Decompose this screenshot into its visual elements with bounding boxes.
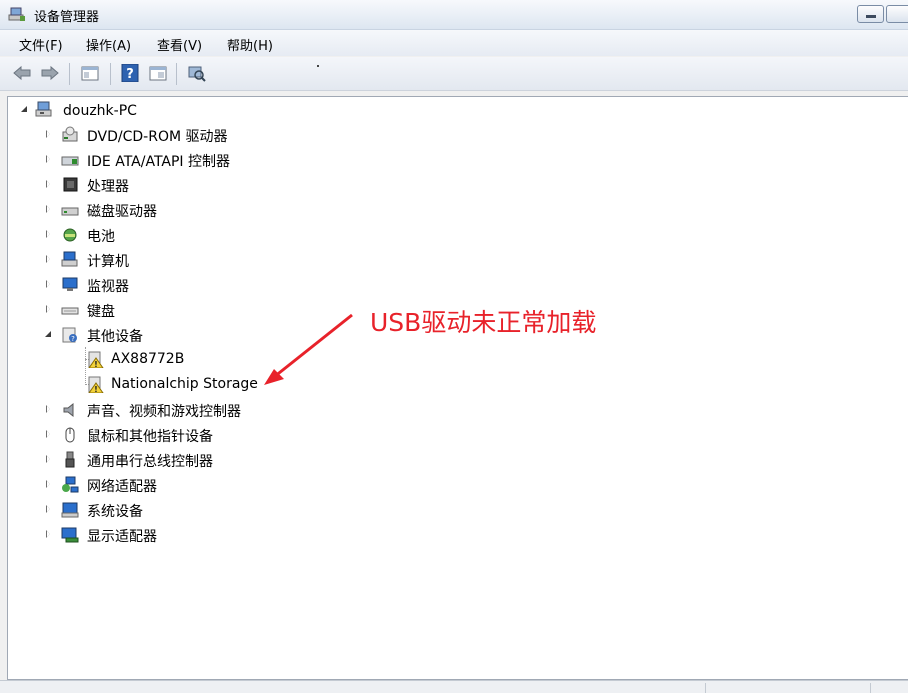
expand-toggle[interactable] — [45, 504, 53, 514]
tree-category-label: 通用串行总线控制器 — [87, 454, 213, 470]
tree-category-label: 电池 — [87, 229, 115, 245]
ide-controller-icon — [61, 151, 79, 168]
collapse-toggle[interactable] — [45, 329, 53, 339]
tree-category-row[interactable]: 磁盘驱动器 — [8, 199, 408, 221]
tree-category-label: 键盘 — [87, 304, 115, 320]
expand-toggle[interactable] — [45, 429, 53, 439]
other-devices-icon: ? — [61, 326, 79, 343]
tree-category-label: DVD/CD-ROM 驱动器 — [87, 129, 228, 145]
tree-category-label: 磁盘驱动器 — [87, 204, 157, 220]
menu-view[interactable]: 查看(V) — [157, 35, 202, 54]
scan-hardware-icon[interactable] — [186, 64, 206, 82]
warning-device-icon: ! — [86, 351, 104, 369]
status-bar — [0, 680, 908, 693]
toolbar-separator — [176, 63, 177, 85]
system-device-icon — [61, 501, 79, 518]
tree-category-row[interactable]: 声音、视频和游戏控制器 — [8, 399, 408, 421]
expand-toggle[interactable] — [45, 229, 53, 239]
tree-category-label: 显示适配器 — [87, 529, 157, 545]
mouse-icon — [61, 426, 79, 443]
toolbar-separator — [69, 63, 70, 85]
back-icon[interactable] — [12, 64, 32, 82]
sound-icon — [61, 401, 79, 418]
tree-category-row[interactable]: DVD/CD-ROM 驱动器 — [8, 124, 408, 146]
expand-toggle[interactable] — [45, 404, 53, 414]
tree-device-label: Nationalchip Storage — [111, 376, 258, 392]
title-bar: 设备管理器 — [0, 0, 908, 30]
tree-root-label: douzhk-PC — [63, 103, 137, 119]
expand-toggle[interactable] — [45, 304, 53, 314]
tree-category-label: 监视器 — [87, 279, 129, 295]
tree-category-label: 计算机 — [87, 254, 129, 270]
keyboard-icon — [61, 301, 79, 318]
tree-category-label: 声音、视频和游戏控制器 — [87, 404, 241, 420]
expand-toggle[interactable] — [45, 529, 53, 539]
tree-category-row[interactable]: 处理器 — [8, 174, 408, 196]
expand-toggle[interactable] — [45, 179, 53, 189]
tree-category-row[interactable]: 网络适配器 — [8, 474, 408, 496]
annotation-arrow — [264, 313, 353, 385]
window-title: 设备管理器 — [34, 10, 100, 25]
tree-category-row[interactable]: 计算机 — [8, 249, 408, 271]
forward-icon[interactable] — [40, 64, 60, 82]
expand-toggle[interactable] — [45, 129, 53, 139]
computer-icon — [35, 101, 53, 118]
device-tree: douzhk-PC DVD/CD-ROM 驱动器 IDE ATA/ATAPI 控制… — [7, 96, 908, 680]
maximize-button[interactable] — [886, 5, 908, 23]
tree-category-row[interactable]: 监视器 — [8, 274, 408, 296]
help-icon[interactable]: ? — [120, 63, 140, 83]
tree-category-row[interactable]: 通用串行总线控制器 — [8, 449, 408, 471]
menu-bar: 文件(F) 操作(A) 查看(V) 帮助(H) — [0, 30, 908, 56]
monitor-icon — [61, 276, 79, 293]
tree-category-label: 鼠标和其他指针设备 — [87, 429, 213, 445]
expand-toggle[interactable] — [45, 254, 53, 264]
tree-category-row[interactable]: 电池 — [8, 224, 408, 246]
properties-icon[interactable] — [80, 64, 100, 82]
expand-toggle[interactable] — [45, 154, 53, 164]
toolbar-separator — [110, 63, 111, 85]
battery-icon — [61, 226, 79, 243]
tree-category-row[interactable]: IDE ATA/ATAPI 控制器 — [8, 149, 408, 171]
tree-category-row[interactable]: 系统设备 — [8, 499, 408, 521]
svg-text:!: ! — [94, 385, 98, 393]
display-adapter-icon — [61, 526, 79, 543]
tree-category-row[interactable]: 显示适配器 — [8, 524, 408, 546]
menu-file[interactable]: 文件(F) — [19, 35, 63, 54]
tree-category-label: 网络适配器 — [87, 479, 157, 495]
svg-text:?: ? — [126, 67, 134, 82]
processor-icon — [61, 176, 79, 193]
usb-icon — [61, 451, 79, 468]
device-manager-icon — [8, 6, 26, 22]
tree-category-label: 系统设备 — [87, 504, 143, 520]
tree-category-row[interactable]: 鼠标和其他指针设备 — [8, 424, 408, 446]
svg-text:!: ! — [94, 360, 98, 368]
menu-help[interactable]: 帮助(H) — [227, 35, 273, 54]
tree-device-label: AX88772B — [111, 351, 185, 367]
warning-device-icon: ! — [86, 376, 104, 394]
expand-toggle[interactable] — [45, 279, 53, 289]
show-hide-icon[interactable] — [148, 64, 168, 82]
tree-category-label: 处理器 — [87, 179, 129, 195]
tree-root-row[interactable]: douzhk-PC — [8, 99, 308, 121]
svg-text:?: ? — [71, 335, 75, 343]
network-icon — [61, 476, 79, 493]
toolbar: ? — [0, 57, 908, 91]
tree-category-label: 其他设备 — [87, 329, 143, 345]
tree-category-label: IDE ATA/ATAPI 控制器 — [87, 154, 231, 170]
toolbar-dot — [317, 65, 319, 67]
disk-drive-icon — [61, 201, 79, 218]
dvd-drive-icon — [61, 126, 79, 143]
collapse-toggle[interactable] — [21, 104, 29, 114]
minimize-button[interactable] — [857, 5, 884, 23]
expand-toggle[interactable] — [45, 479, 53, 489]
expand-toggle[interactable] — [45, 454, 53, 464]
computer-icon — [61, 251, 79, 268]
expand-toggle[interactable] — [45, 204, 53, 214]
annotation-text: USB驱动未正常加载 — [370, 308, 597, 337]
menu-action[interactable]: 操作(A) — [86, 35, 131, 54]
